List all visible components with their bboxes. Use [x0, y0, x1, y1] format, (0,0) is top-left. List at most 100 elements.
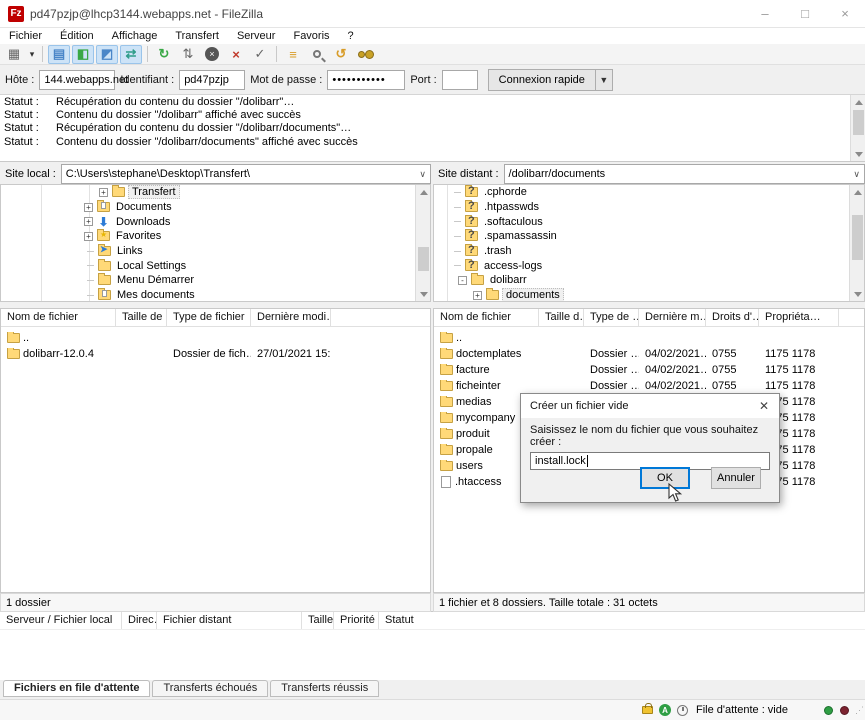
reconnect-icon[interactable]: ✓	[249, 45, 271, 64]
ok-button[interactable]: OK	[640, 467, 690, 489]
menu-fichier[interactable]: Fichier	[0, 28, 51, 44]
quickconnect-dropdown-icon[interactable]: ▼	[596, 69, 613, 91]
column-header-permissions[interactable]: Droits d'…	[706, 309, 759, 326]
minimize-button[interactable]: –	[745, 0, 785, 28]
scrollbar-thumb[interactable]	[853, 110, 864, 135]
column-header-modified[interactable]: Dernière modi…	[251, 309, 331, 326]
menu-transfert[interactable]: Transfert	[166, 28, 228, 44]
tab-failed-transfers[interactable]: Transferts échoués	[152, 680, 268, 697]
filter-icon[interactable]: ≡	[282, 45, 304, 64]
site-manager-dropdown-icon[interactable]: ▾	[26, 49, 38, 60]
scrollbar-thumb[interactable]	[418, 247, 429, 271]
expand-icon[interactable]: +	[99, 188, 108, 197]
dialog-title-bar[interactable]: Créer un fichier vide ✕	[521, 394, 779, 418]
tree-item-transfert[interactable]: + Transfert	[1, 185, 430, 200]
collapse-icon[interactable]: -	[458, 276, 467, 285]
expand-icon[interactable]: +	[84, 217, 93, 226]
queue-column-local-file[interactable]: Serveur / Fichier local	[0, 612, 122, 629]
tree-item-spamassassin[interactable]: ? .spamassassin	[434, 229, 864, 244]
directory-comparison-icon[interactable]	[306, 45, 328, 64]
tree-item-mes-documents[interactable]: Mes documents	[1, 288, 430, 302]
password-input[interactable]: •••••••••••	[327, 70, 405, 90]
column-header-modified[interactable]: Dernière m…	[639, 309, 706, 326]
local-path-combo[interactable]: C:\Users\stephane\Desktop\Transfert\ ∨	[61, 164, 431, 184]
tree-item-documents[interactable]: + Documents	[1, 200, 430, 215]
tree-item-access-logs[interactable]: ? access-logs	[434, 258, 864, 273]
column-header-type[interactable]: Type de fichier	[167, 309, 251, 326]
column-header-type[interactable]: Type de …	[584, 309, 639, 326]
tree-item-htpasswds[interactable]: ? .htpasswds	[434, 200, 864, 215]
queue-column-priority[interactable]: Priorité	[334, 612, 379, 629]
tree-item-menu-demarrer[interactable]: Menu Démarrer	[1, 273, 430, 288]
folder-icon	[440, 381, 453, 391]
cancel-button[interactable]: Annuler	[711, 467, 761, 489]
local-tree-scrollbar[interactable]	[415, 185, 430, 301]
chevron-down-icon[interactable]: ∨	[853, 169, 860, 180]
column-header-owner[interactable]: Propriéta…	[759, 309, 839, 326]
resize-grip[interactable]: ⋰	[855, 705, 863, 716]
tree-item-local-settings[interactable]: Local Settings	[1, 258, 430, 273]
scroll-up-icon[interactable]	[416, 185, 431, 199]
disconnect-icon[interactable]: ×	[225, 45, 247, 64]
toggle-queue-icon[interactable]: ⇄	[120, 45, 142, 64]
tree-item-documents[interactable]: + documents	[434, 288, 864, 302]
scroll-down-icon[interactable]	[850, 287, 865, 301]
tree-item-softaculous[interactable]: ? .softaculous	[434, 214, 864, 229]
username-input[interactable]: pd47pzjp	[179, 70, 245, 90]
column-header-size[interactable]: Taille de …	[116, 309, 167, 326]
menu-serveur[interactable]: Serveur	[228, 28, 285, 44]
tree-item-trash[interactable]: ? .trash	[434, 244, 864, 259]
tree-item-cphorde[interactable]: ? .cphorde	[434, 185, 864, 200]
log-scrollbar[interactable]	[850, 95, 865, 161]
tree-item-links[interactable]: ➤ Links	[1, 244, 430, 259]
chevron-down-icon[interactable]: ∨	[419, 169, 426, 180]
table-row[interactable]: dolibarr-12.0.4 Dossier de fich… 27/01/2…	[1, 346, 430, 362]
expand-icon[interactable]: +	[84, 232, 93, 241]
tree-item-dolibarr[interactable]: - dolibarr	[434, 273, 864, 288]
tree-item-label: dolibarr	[487, 274, 530, 286]
column-header-size[interactable]: Taille d…	[539, 309, 584, 326]
menu-help[interactable]: ?	[339, 28, 363, 44]
table-row[interactable]: doctemplates Dossier … 04/02/2021… 0755 …	[434, 346, 864, 362]
scrollbar-thumb[interactable]	[852, 215, 863, 260]
queue-column-direction[interactable]: Direc…	[122, 612, 157, 629]
process-queue-icon[interactable]: ⇅	[177, 45, 199, 64]
toggle-local-tree-icon[interactable]: ◧	[72, 45, 94, 64]
scroll-up-icon[interactable]	[851, 95, 865, 109]
synchronized-browsing-icon[interactable]: ↺	[330, 45, 352, 64]
quickconnect-button[interactable]: Connexion rapide	[488, 69, 596, 91]
tab-successful-transfers[interactable]: Transferts réussis	[270, 680, 379, 697]
menu-favoris[interactable]: Favoris	[284, 28, 338, 44]
refresh-icon[interactable]: ↻	[153, 45, 175, 64]
host-input[interactable]: 144.webapps.net	[39, 70, 115, 90]
toggle-remote-tree-icon[interactable]: ◩	[96, 45, 118, 64]
find-files-icon[interactable]	[354, 45, 376, 64]
close-button[interactable]: ×	[825, 0, 865, 28]
scroll-down-icon[interactable]	[416, 287, 431, 301]
table-row[interactable]: ..	[434, 330, 864, 346]
scroll-down-icon[interactable]	[851, 147, 865, 161]
table-row[interactable]: ..	[1, 330, 430, 346]
dialog-close-icon[interactable]: ✕	[749, 394, 779, 418]
table-row[interactable]: facture Dossier … 04/02/2021… 0755 1175 …	[434, 362, 864, 378]
tab-queued-files[interactable]: Fichiers en file d'attente	[3, 680, 150, 697]
cancel-operation-icon[interactable]: ×	[201, 45, 223, 64]
port-input[interactable]	[442, 70, 478, 90]
menu-affichage[interactable]: Affichage	[103, 28, 167, 44]
tree-item-favorites[interactable]: + ★ Favorites	[1, 229, 430, 244]
expand-icon[interactable]: +	[473, 291, 482, 300]
toggle-log-icon[interactable]: ▤	[48, 45, 70, 64]
remote-tree-scrollbar[interactable]	[849, 185, 864, 301]
menu-edition[interactable]: Édition	[51, 28, 103, 44]
tree-item-downloads[interactable]: + ⬇ Downloads	[1, 214, 430, 229]
maximize-button[interactable]: □	[785, 0, 825, 28]
queue-column-status[interactable]: Statut	[379, 612, 439, 629]
scroll-up-icon[interactable]	[850, 185, 865, 199]
expand-icon[interactable]: +	[84, 203, 93, 212]
site-manager-icon[interactable]: ▦	[3, 45, 25, 64]
table-row[interactable]: ficheinter Dossier … 04/02/2021… 0755 11…	[434, 378, 864, 394]
remote-path-combo[interactable]: /dolibarr/documents ∨	[504, 164, 865, 184]
speed-limits-icon[interactable]	[677, 705, 688, 716]
queue-column-size[interactable]: Taille	[302, 612, 334, 629]
queue-column-remote-file[interactable]: Fichier distant	[157, 612, 302, 629]
